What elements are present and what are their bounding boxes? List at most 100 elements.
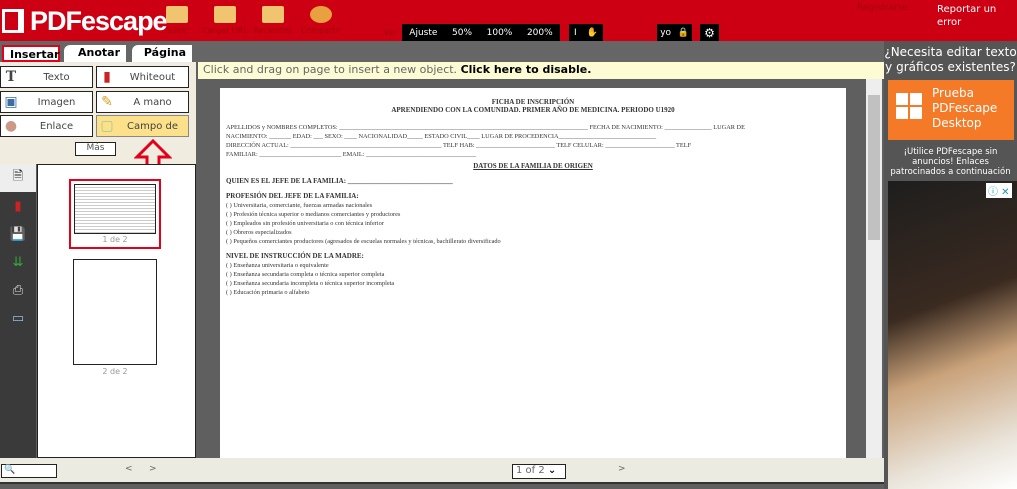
form-field-icon: ▢ xyxy=(100,118,114,134)
upload-label: Subir xyxy=(166,26,188,35)
thumbnail-label-2: 2 de 2 xyxy=(102,367,128,376)
hand-icon[interactable]: ✋ xyxy=(587,28,598,38)
doc-option: ( ) Enseñanza secundaria incompleta o té… xyxy=(226,280,395,287)
search-prev-button[interactable]: < xyxy=(125,464,133,474)
image-tool[interactable]: ▣ Imagen xyxy=(0,91,93,113)
thumbnails-panel: 1 de 2 2 de 2 xyxy=(37,164,196,458)
load-url-button[interactable]: Cargar URL xyxy=(200,6,250,35)
view-label: Ver xyxy=(384,28,398,37)
doc-subtitle: APRENDIENDO CON LA COMUNIDAD. PRIMER AÑO… xyxy=(391,106,675,114)
whiteout-tool-label: Whiteout xyxy=(129,71,176,83)
whiteout-icon: ▮ xyxy=(103,69,111,85)
zoom-controls: Ajuste 50% 100% 200% xyxy=(402,24,560,41)
gear-icon[interactable]: ⚙ xyxy=(700,24,719,41)
pencil-icon: ✎ xyxy=(101,94,113,110)
link-tool-label: Enlace xyxy=(39,120,74,132)
lock-icon[interactable]: 🔒 xyxy=(678,28,689,38)
thumbnail-page-2[interactable] xyxy=(73,259,157,365)
page-icon[interactable]: 🗎 xyxy=(0,164,36,192)
ad-image[interactable] xyxy=(888,181,1017,489)
form-field-tool-label: Campo de xyxy=(127,120,178,132)
doc-heading: PROFESIÓN DEL JEFE DE LA FAMILIA: xyxy=(226,192,359,200)
next-page-button[interactable]: > xyxy=(618,464,626,474)
form-field-tool[interactable]: ▢ Campo de xyxy=(96,115,189,137)
doc-line: QUIEN ES EL JEFE DE LA FAMILIA: ________… xyxy=(226,177,453,185)
disable-hint-link[interactable]: Click here to disable. xyxy=(461,63,592,76)
doc-option: ( ) Universitaria, comerciante, fuerzas … xyxy=(226,202,373,209)
tab-insert[interactable]: Insertar xyxy=(2,45,60,62)
lock-label: yo xyxy=(660,27,672,38)
page-select[interactable]: 1 of 2 ⌄ xyxy=(512,464,566,479)
save-icon[interactable]: 💾 xyxy=(0,220,36,248)
doc-heading: NIVEL DE INSTRUCCIÓN DE LA MADRE: xyxy=(226,252,364,260)
doc-option: ( ) Enseñanza secundaria completa o técn… xyxy=(226,271,385,278)
recent-label: Recientes xyxy=(253,26,293,35)
doc-line: DIRECCIÓN ACTUAL: ______________________… xyxy=(226,142,692,149)
doc-title: FICHA DE INSCRIPCIÓN xyxy=(491,98,575,106)
image-icon: ▣ xyxy=(4,94,18,110)
freehand-tool[interactable]: ✎ A mano xyxy=(96,91,189,113)
pdf-page[interactable]: FICHA DE INSCRIPCIÓN APRENDIENDO CON LA … xyxy=(220,88,846,458)
cursor-tools: I ✋ xyxy=(569,24,603,41)
ad-question: ¿Necesita editar texto y gráficos existe… xyxy=(884,45,1017,74)
more-button[interactable]: Más xyxy=(75,142,116,156)
doc-option: ( ) Obreros especializados xyxy=(226,229,292,236)
page-select-value: 1 of 2 xyxy=(516,465,545,476)
logo[interactable]: PDFescape xyxy=(2,6,168,37)
recent-button[interactable]: Recientes xyxy=(248,6,298,35)
search-icon: 🔍 xyxy=(4,465,16,475)
zoom-50[interactable]: 50% xyxy=(452,28,472,38)
zoom-fit[interactable]: Ajuste xyxy=(409,28,437,38)
tab-page[interactable]: Página xyxy=(132,45,192,62)
thumbnail-label-1: 1 de 2 xyxy=(102,235,128,244)
link-tool[interactable]: ● Enlace xyxy=(0,115,93,137)
logo-icon xyxy=(2,9,24,33)
ad-cta-text: Prueba PDFescape Desktop xyxy=(932,86,998,130)
link-icon: ● xyxy=(4,118,18,134)
logo-text: PDFescape xyxy=(30,6,168,36)
doc-line: FAMILIAR: __________________________ EMA… xyxy=(226,151,477,158)
doc-section-title: DATOS DE LA FAMILIA DE ORIGEN xyxy=(473,162,593,170)
doc-option: ( ) Pequeños comerciantes productores (a… xyxy=(226,238,501,245)
ad-note[interactable]: ¡Utilice PDFescape sin anuncios! Enlaces… xyxy=(884,147,1017,177)
url-folder-icon xyxy=(214,6,236,23)
tab-annotate[interactable]: Anotar xyxy=(64,45,126,62)
whiteout-tool[interactable]: ▮ Whiteout xyxy=(96,66,189,88)
sidebar-icons: 🗎 ▮ 💾 ⇊ ⎙ ▭ xyxy=(0,164,36,458)
bottom-bar xyxy=(0,458,884,484)
text-icon: T xyxy=(5,69,17,85)
freehand-tool-label: A mano xyxy=(133,96,172,108)
text-cursor-icon[interactable]: I xyxy=(574,28,577,38)
windows-icon xyxy=(896,93,922,119)
doc-line: APELLIDOS y NOMBRES COMPLETOS: _________… xyxy=(226,124,745,131)
share-label: Compartir xyxy=(300,26,342,35)
download-icon[interactable]: ⇊ xyxy=(0,248,36,276)
report-error-link[interactable]: Reportar un error xyxy=(937,3,1007,29)
text-tool[interactable]: T Texto xyxy=(0,66,93,88)
upload-button[interactable]: Subir xyxy=(152,6,202,35)
scrollbar-thumb[interactable] xyxy=(868,95,880,240)
doc-option: ( ) Educación primaria o alfabeto xyxy=(226,289,310,296)
upload-folder-icon xyxy=(166,6,188,23)
image-tool-label: Imagen xyxy=(37,96,76,108)
lock-tools: yo 🔒 xyxy=(657,24,692,41)
doc-option: ( ) Empleados sin profesión universitari… xyxy=(226,220,384,227)
chevron-down-icon: ⌄ xyxy=(547,465,557,476)
search-input[interactable]: 🔍 xyxy=(1,464,57,478)
load-url-label: Cargar URL xyxy=(202,26,248,35)
thumbnails-icon[interactable]: ▭ xyxy=(0,304,36,332)
hint-bar: Click and drag on page to insert a new o… xyxy=(198,62,884,79)
hint-text: Click and drag on page to insert a new o… xyxy=(203,63,458,76)
text-tool-label: Texto xyxy=(43,71,70,83)
pdf-page-icon[interactable]: ▮ xyxy=(0,192,36,220)
doc-line: NACIMIENTO: _______ EDAD: ___ SEXO: ____… xyxy=(226,133,657,140)
print-icon[interactable]: ⎙ xyxy=(0,276,36,304)
register-link[interactable]: Registrarse xyxy=(857,3,908,13)
share-icon xyxy=(310,6,332,23)
share-button[interactable]: Compartir xyxy=(296,6,346,35)
recent-folder-icon xyxy=(262,6,284,23)
search-next-button[interactable]: > xyxy=(149,464,157,474)
ad-close-icon[interactable]: ⓘ ✕ xyxy=(986,183,1012,198)
zoom-100[interactable]: 100% xyxy=(487,28,513,38)
zoom-200[interactable]: 200% xyxy=(527,28,553,38)
